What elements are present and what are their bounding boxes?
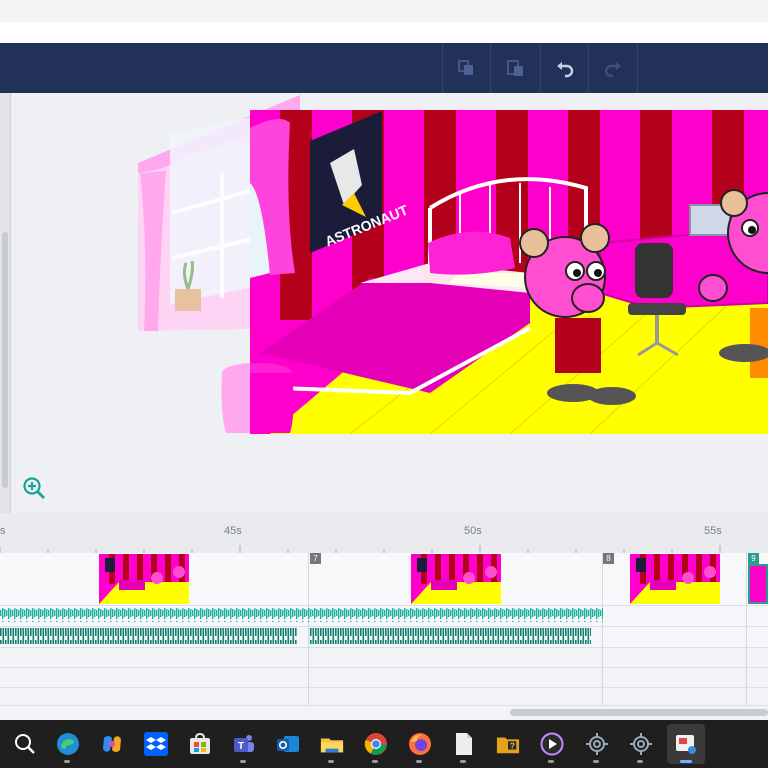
scene-number[interactable]: 8: [603, 553, 614, 564]
zoom-in-icon: [23, 477, 45, 499]
redo-icon: [604, 62, 621, 78]
svg-text:T: T: [238, 741, 244, 752]
folder-app-icon: ?: [496, 737, 520, 754]
stage-canvas[interactable]: ASTRONAUT: [130, 93, 768, 438]
taskbar-teams[interactable]: T: [232, 732, 256, 756]
tick-label: 55s: [704, 525, 722, 537]
running-indicator: [240, 760, 246, 763]
scene-thumbnail[interactable]: [630, 554, 720, 604]
toolbar-separator: [540, 43, 541, 93]
scene-thumbnail[interactable]: [99, 554, 189, 604]
taskbar-folder-app[interactable]: ?: [496, 732, 520, 756]
audio-waveforms[interactable]: [0, 606, 768, 648]
running-indicator: [637, 760, 643, 763]
running-indicator: [372, 760, 378, 763]
taskbar-settings-app[interactable]: [585, 732, 609, 756]
running-indicator: [548, 760, 554, 763]
search-icon: [15, 734, 35, 754]
video-editor-icon: [676, 735, 696, 754]
empty-track: [0, 688, 768, 706]
toolbar-separator: [442, 43, 443, 93]
copilot-icon: [103, 736, 121, 752]
tick-label: 45s: [224, 525, 242, 537]
store-icon: [190, 732, 210, 754]
outlook-icon: [277, 736, 299, 752]
taskbar-video-editor[interactable]: [674, 732, 698, 756]
taskbar-chrome[interactable]: [364, 732, 388, 756]
horizontal-scrollbar[interactable]: [510, 709, 768, 716]
scene-thumbnail[interactable]: [411, 554, 501, 604]
taskbar-settings-app-2[interactable]: [629, 732, 653, 756]
ruler-ticks: [0, 545, 721, 553]
running-indicator: [64, 760, 70, 763]
paste-button[interactable]: [500, 53, 530, 83]
editor-toolbar: [0, 43, 768, 93]
active-indicator: [680, 760, 692, 763]
empty-track: [0, 648, 768, 668]
toolbar-separator: [637, 43, 638, 93]
edge-icon: [57, 733, 79, 755]
tick-label: 50s: [464, 525, 482, 537]
undo-button[interactable]: [550, 53, 580, 83]
scene-thumbnail-selected[interactable]: [748, 564, 768, 604]
tick-label: s: [0, 525, 6, 537]
file-explorer-icon: [320, 738, 344, 753]
firefox-icon: [409, 733, 431, 755]
running-indicator: [593, 760, 599, 763]
taskbar-firefox[interactable]: [408, 732, 432, 756]
svg-text:?: ?: [510, 741, 515, 751]
taskbar-document[interactable]: [452, 732, 476, 756]
settings-app-2-icon: [630, 733, 652, 755]
taskbar-edge[interactable]: [56, 732, 80, 756]
taskbar-dropbox[interactable]: [144, 732, 168, 756]
undo-icon: [557, 62, 574, 78]
copy-button[interactable]: [451, 53, 481, 83]
scene-number[interactable]: 7: [310, 553, 321, 564]
running-indicator: [328, 760, 334, 763]
document-icon: [456, 733, 472, 755]
taskbar-search[interactable]: [13, 732, 37, 756]
taskbar-copilot[interactable]: [100, 732, 124, 756]
vertical-scrollbar[interactable]: [2, 232, 8, 488]
taskbar-file-explorer[interactable]: [320, 732, 344, 756]
taskbar-media-player[interactable]: [540, 732, 564, 756]
zoom-in-button[interactable]: [22, 476, 46, 500]
paste-icon: [507, 60, 523, 76]
running-indicator: [416, 760, 422, 763]
dropbox-icon: [144, 732, 168, 756]
taskbar-outlook[interactable]: [276, 732, 300, 756]
toolbar-separator: [588, 43, 589, 93]
empty-track: [0, 668, 768, 688]
timeline-ruler[interactable]: s 45s 50s 55s: [0, 513, 768, 554]
window-top-strip: [0, 0, 768, 22]
copy-icon: [458, 60, 473, 75]
teams-icon: T: [234, 735, 254, 752]
scene-number[interactable]: 9: [748, 553, 759, 564]
chrome-icon: [364, 733, 387, 755]
settings-app-icon: [586, 733, 608, 755]
redo-button[interactable]: [598, 53, 628, 83]
toolbar-separator: [490, 43, 491, 93]
media-player-icon: [540, 732, 564, 756]
running-indicator: [460, 760, 466, 763]
taskbar-store[interactable]: [188, 732, 212, 756]
